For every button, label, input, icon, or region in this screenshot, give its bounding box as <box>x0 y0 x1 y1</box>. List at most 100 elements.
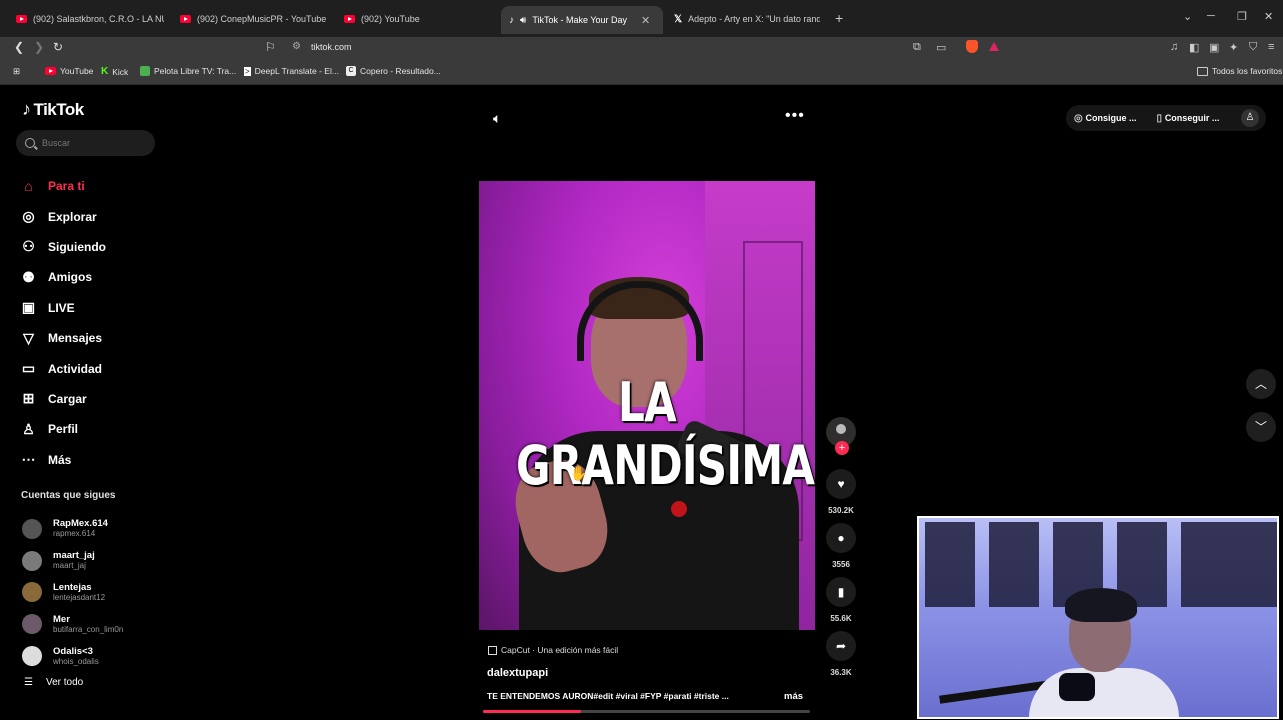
more-options-icon[interactable]: ••• <box>785 107 805 125</box>
sidebar-item-perfil[interactable]: ♙ Perfil <box>20 414 106 444</box>
account-name: maart_jaj <box>53 550 95 562</box>
get-app-button[interactable]: ▯ Conseguir ... <box>1157 113 1220 124</box>
user-avatar[interactable]: ♙ <box>1241 109 1259 127</box>
site-info-icon[interactable]: ⚙ <box>292 41 301 52</box>
cast-icon[interactable]: ▭ <box>936 41 946 54</box>
save-button[interactable]: ▮ <box>826 577 856 607</box>
share-count: 36.3K <box>830 668 852 677</box>
sidebar-item-live[interactable]: ▣ LIVE <box>20 293 106 323</box>
bookmarks-bar: ⊞ YouTube K Kick Pelota Libre TV: Tra... … <box>0 59 1283 85</box>
video-player[interactable]: LA GRANDÍSIMA <box>479 181 815 630</box>
nav-label: Más <box>48 452 72 467</box>
close-window-button[interactable]: ✕ <box>1264 10 1273 23</box>
video-author[interactable]: dalextupapi <box>487 667 548 679</box>
webcam-overlay <box>917 516 1279 719</box>
bookmark-icon[interactable]: ⚐ <box>265 40 276 54</box>
nav-label: Cargar <box>48 391 87 406</box>
browser-tab[interactable]: 𝕏 Adepto - Arty en X: "Un dato random <box>674 8 820 30</box>
vpn-icon[interactable]: ⛉ <box>1249 41 1257 54</box>
new-tab-button[interactable]: + <box>835 10 843 26</box>
get-coins-label: Consigue ... <box>1085 112 1137 123</box>
bookmark-copero[interactable]: C Copero - Resultado... <box>346 66 441 76</box>
sidebar-item-actividad[interactable]: ▭ Actividad <box>20 353 106 383</box>
volume-icon[interactable]: 🔈︎ <box>493 110 501 127</box>
tiktok-icon: ♪ <box>509 14 514 26</box>
tab-title: Adepto - Arty en X: "Un dato random <box>688 14 820 24</box>
apps-grid-icon[interactable]: ⊞ <box>13 66 20 77</box>
account-name: Mer <box>53 613 70 625</box>
following-account[interactable]: Mer butifarra_con_lim0n <box>22 608 123 640</box>
upload-icon: ⊞ <box>22 390 35 407</box>
see-all-link[interactable]: ☰ Ver todo <box>24 677 83 688</box>
bookmark-pelota-libre[interactable]: Pelota Libre TV: Tra... <box>140 66 236 76</box>
bookmark-label: DeepL Translate - El... <box>254 66 339 76</box>
sidebar-item-para-ti[interactable]: ⌂ Para ti <box>20 171 106 201</box>
brave-rewards-icon[interactable] <box>989 42 999 51</box>
minimize-button[interactable]: ─ <box>1207 10 1215 22</box>
bookmark-kick[interactable]: K Kick <box>101 66 128 77</box>
copero-icon: C <box>346 66 356 76</box>
leo-icon[interactable]: ✦ <box>1229 41 1238 54</box>
translate-icon[interactable]: ⧉ <box>913 41 921 54</box>
sidebar-item-siguiendo[interactable]: ⚇ Siguiendo <box>20 232 106 262</box>
all-bookmarks[interactable]: Todos los favoritos <box>1197 66 1282 76</box>
restore-button[interactable]: ❐ <box>1237 10 1247 23</box>
bookmark-deepl[interactable]: > DeepL Translate - El... <box>244 66 339 76</box>
browser-tab[interactable]: (902) YouTube <box>344 8 494 30</box>
sidebar-item-mensajes[interactable]: ▽ Mensajes <box>20 323 106 353</box>
forward-icon[interactable]: ❯ <box>34 40 44 54</box>
reload-icon[interactable]: ↻ <box>53 40 63 54</box>
nav-label: Siguiendo <box>48 239 106 254</box>
bookmark-youtube[interactable]: YouTube <box>45 66 93 76</box>
following-account[interactable]: maart_jaj maart_jaj <box>22 545 123 577</box>
following-account[interactable]: RapMex.614 rapmex.614 <box>22 513 123 545</box>
url-field[interactable]: tiktok.com <box>311 42 352 52</box>
sidebar-toggle-icon[interactable]: ◧ <box>1189 41 1199 54</box>
tab-search-icon[interactable]: ⌄ <box>1183 10 1192 23</box>
like-button[interactable]: ♥ <box>826 469 856 499</box>
tiktok-logo[interactable]: ♪ TikTok <box>22 99 84 120</box>
close-icon[interactable]: ✕ <box>641 14 650 27</box>
sidebar-item-cargar[interactable]: ⊞ Cargar <box>20 384 106 414</box>
browser-tab[interactable]: (902) ConepMusicPR - YouTube <box>180 8 330 30</box>
coin-icon: ◎ <box>1074 112 1086 124</box>
deepl-icon: > <box>244 66 251 76</box>
next-video-button[interactable]: ﹀ <box>1246 412 1276 442</box>
comment-button[interactable]: ● <box>826 523 856 553</box>
home-icon: ⌂ <box>24 178 33 195</box>
video-progress-bar[interactable] <box>483 710 810 713</box>
back-icon[interactable]: ❮ <box>14 40 24 54</box>
youtube-icon <box>344 15 355 23</box>
following-account[interactable]: Odalis<3 whois_odalis <box>22 640 123 672</box>
sidebar-item-explorar[interactable]: ◎ Explorar <box>20 201 106 231</box>
save-count: 55.6K <box>830 614 852 623</box>
get-coins-button[interactable]: ◎ Consigue ... <box>1074 113 1137 124</box>
browser-tab-active[interactable]: ♪ 🔊︎ TikTok - Make Your Day ✕ <box>501 6 663 34</box>
sidebar-item-amigos[interactable]: ⚉ Amigos <box>20 262 106 292</box>
youtube-icon <box>45 67 56 75</box>
nav-label: Amigos <box>48 270 93 285</box>
mouse-cursor-icon: ✋ <box>570 465 588 481</box>
rose-emblem <box>671 501 687 517</box>
audio-playing-icon: 🔊︎ <box>520 14 527 26</box>
share-button[interactable]: ➦ <box>826 631 856 661</box>
list-icon: ☰ <box>24 677 33 688</box>
following-account[interactable]: Lentejas lentejasdant12 <box>22 577 123 609</box>
folder-icon <box>1197 66 1208 76</box>
profile-icon: ♙ <box>22 420 35 437</box>
previous-video-button[interactable]: ︿ <box>1246 369 1276 399</box>
wallet-icon[interactable]: ▣ <box>1209 41 1219 54</box>
search-input[interactable] <box>42 138 142 148</box>
sidebar-item-mas[interactable]: ⋯ Más <box>20 445 106 475</box>
search-box[interactable] <box>16 130 155 156</box>
follow-plus-icon[interactable]: + <box>835 441 849 455</box>
tab-title: (902) Salastkbron, C.R.O - LA NUEVA <box>33 14 164 24</box>
menu-icon[interactable]: ≡ <box>1268 41 1274 53</box>
tab-title: (902) ConepMusicPR - YouTube <box>197 14 327 24</box>
media-icon[interactable]: ♫ <box>1170 41 1178 53</box>
brave-shield-icon[interactable] <box>966 40 978 53</box>
sidebar-nav: ⌂ Para ti ◎ Explorar ⚇ Siguiendo ⚉ Amigos ▣ L… <box>20 171 107 475</box>
browser-tab[interactable]: (902) Salastkbron, C.R.O - LA NUEVA <box>16 8 164 30</box>
capcut-badge[interactable]: CapCut · Una edición más fácil <box>488 642 618 658</box>
more-link[interactable]: más <box>784 691 803 702</box>
